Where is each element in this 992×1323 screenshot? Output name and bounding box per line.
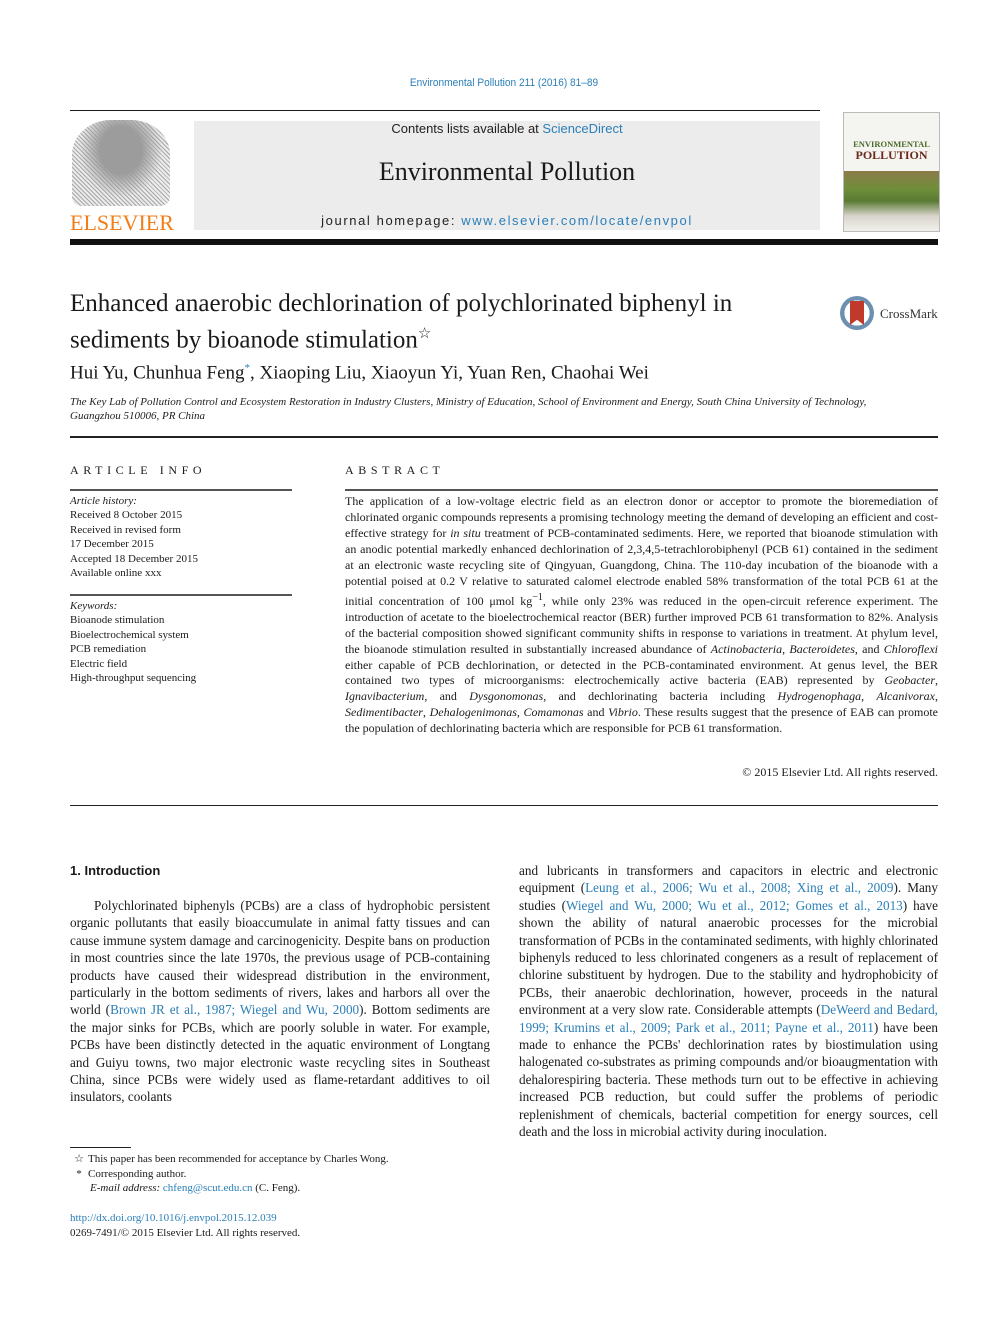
issn-copyright: 0269-7491/© 2015 Elsevier Ltd. All right… xyxy=(70,1227,301,1239)
footnote-email: E-mail address: chfeng@scut.edu.cn (C. F… xyxy=(70,1181,510,1196)
citation-link[interactable]: Leung et al., 2006; Wu et al., 2008; Xin… xyxy=(585,880,893,895)
header-rule xyxy=(70,110,820,111)
abstract-heading: ABSTRACT xyxy=(345,463,445,477)
crossmark-label: CrossMark xyxy=(880,306,938,321)
keyword-item: PCB remediation xyxy=(70,643,147,656)
abstract-copyright: © 2015 Elsevier Ltd. All rights reserved… xyxy=(742,765,938,779)
history-item: 17 December 2015 xyxy=(70,538,154,551)
elsevier-wordmark: ELSEVIER xyxy=(70,210,174,235)
contents-prefix: Contents lists available at xyxy=(391,121,543,136)
affiliation: The Key Lab of Pollution Control and Eco… xyxy=(70,396,867,422)
abstract-italic-term: in situ xyxy=(450,525,481,540)
abstract-bottom-rule xyxy=(70,805,938,806)
cover-title-line2: POLLUTION xyxy=(855,148,928,162)
doi-link[interactable]: http://dx.doi.org/10.1016/j.envpol.2015.… xyxy=(70,1212,277,1224)
abstract-rule xyxy=(345,489,938,491)
email-suffix: (C. Feng). xyxy=(252,1182,301,1195)
authors-rest: , Xiaoping Liu, Xiaoyun Yi, Yuan Ren, Ch… xyxy=(250,362,649,384)
keywords-label: Keywords: xyxy=(70,600,118,612)
keyword-item: Bioanode stimulation xyxy=(70,614,165,627)
history-item: Accepted 18 December 2015 xyxy=(70,552,198,565)
footnote-corresponding: * Corresponding author. xyxy=(70,1167,510,1182)
abstract-superscript: −1 xyxy=(532,591,543,603)
title-footnote-mark[interactable]: ☆ xyxy=(418,326,431,342)
taxon-name: Bacteroidetes xyxy=(789,641,855,656)
keywords: Keywords: Bioanode stimulation Bioelectr… xyxy=(70,599,300,685)
author-list: Hui Yu, Chunhua Feng*, Xiaoping Liu, Xia… xyxy=(70,362,649,384)
journal-reference-text[interactable]: Environmental Pollution 211 (2016) 81–89 xyxy=(410,77,598,89)
cover-image xyxy=(844,171,939,231)
introduction-heading: 1. Introduction xyxy=(70,863,161,878)
article-title: Enhanced anaerobic dechlorination of pol… xyxy=(70,289,810,355)
body-text: Polychlorinated biphenyls (PCBs) are a c… xyxy=(70,898,490,1018)
email-label: E-mail address: xyxy=(90,1182,163,1195)
footnote-asterisk-mark: * xyxy=(76,1167,82,1180)
body-text: ) have been made to enhance the PCBs' de… xyxy=(519,1019,938,1140)
footnotes: ☆ This paper has been recommended for acc… xyxy=(70,1152,510,1196)
article-info-heading: ARTICLE INFO xyxy=(70,463,207,477)
journal-cover-thumbnail[interactable]: ENVIRONMENTAL POLLUTION xyxy=(843,112,940,232)
introduction-right-column: and lubricants in transformers and capac… xyxy=(519,862,938,1141)
footnote-rule xyxy=(70,1147,131,1148)
history-item: Received in revised form xyxy=(70,523,181,536)
taxon-name: Vibrio xyxy=(608,705,638,720)
abstract-text: , and dechlorinating bacteria including xyxy=(543,689,778,704)
footnote-recommendation: ☆ This paper has been recommended for acc… xyxy=(70,1152,510,1167)
doi-block: http://dx.doi.org/10.1016/j.envpol.2015.… xyxy=(70,1211,300,1241)
abstract-body: The application of a low-voltage electri… xyxy=(345,494,939,736)
article-history-label: Article history: xyxy=(70,495,137,507)
keyword-item: Electric field xyxy=(70,657,128,670)
taxon-name: Dysgonomonas xyxy=(469,689,544,704)
taxon-name: Chloroflexi xyxy=(883,641,939,656)
keywords-rule xyxy=(70,594,292,596)
journal-reference[interactable]: Environmental Pollution 211 (2016) 81–89 xyxy=(40,77,967,89)
homepage-line: journal homepage: www.elsevier.com/locat… xyxy=(194,213,820,228)
body-text: ). Bottom sediments are the major sinks … xyxy=(70,1002,490,1105)
citation-link[interactable]: Brown JR et al., 1987; Wiegel and Wu, 20… xyxy=(110,1002,359,1017)
keyword-item: High-throughput sequencing xyxy=(70,672,197,685)
taxon-name: Comamonas xyxy=(523,705,584,720)
email-link[interactable]: chfeng@scut.edu.cn xyxy=(163,1182,253,1194)
abstract-text: either capable of PCB dechlorination, or… xyxy=(345,657,938,688)
footnote-text: This paper has been recommended for acce… xyxy=(88,1153,389,1165)
taxon-name: Hydrogenophaga xyxy=(777,689,862,704)
history-item: Received 8 October 2015 xyxy=(70,509,183,522)
crossmark-button[interactable]: CrossMark xyxy=(840,296,940,334)
taxon-name: Alcanivorax xyxy=(876,689,936,704)
homepage-prefix: journal homepage: xyxy=(321,213,462,228)
taxon-name: Geobacter xyxy=(884,673,935,688)
taxon-name: Dehalogenimonas xyxy=(429,705,517,720)
history-item: Available online xxx xyxy=(70,567,162,580)
article-title-text: Enhanced anaerobic dechlorination of pol… xyxy=(70,290,733,354)
article-history: Article history: Received 8 October 2015… xyxy=(70,494,300,580)
elsevier-logo[interactable]: ELSEVIER xyxy=(70,120,174,235)
article-info-rule xyxy=(70,489,292,491)
section-rule xyxy=(70,436,938,438)
journal-title: Environmental Pollution xyxy=(378,157,636,186)
footnote-text: Corresponding author. xyxy=(88,1167,187,1180)
footnote-star-mark: ☆ xyxy=(74,1153,84,1165)
authors-first: Hui Yu, Chunhua Feng xyxy=(70,362,245,384)
journal-banner: Contents lists available at ScienceDirec… xyxy=(194,121,820,230)
taxon-name: Ignavibacterium xyxy=(345,689,425,704)
cover-header: ENVIRONMENTAL POLLUTION xyxy=(844,113,939,171)
citation-link[interactable]: Wiegel and Wu, 2000; Wu et al., 2012; Go… xyxy=(566,898,903,913)
elsevier-tree-icon xyxy=(72,120,170,206)
body-text: ) have shown the ability of natural anae… xyxy=(519,897,938,1018)
taxon-name: Sedimentibacter xyxy=(345,705,423,720)
introduction-left-column: Polychlorinated biphenyls (PCBs) are a c… xyxy=(70,897,490,1106)
header-thick-rule xyxy=(70,239,938,245)
contents-line: Contents lists available at ScienceDirec… xyxy=(194,121,820,136)
sciencedirect-link[interactable]: ScienceDirect xyxy=(542,121,622,136)
journal-homepage-link[interactable]: www.elsevier.com/locate/envpol xyxy=(461,213,693,228)
keyword-item: Bioelectrochemical system xyxy=(70,628,189,641)
taxon-name: Actinobacteria xyxy=(710,641,783,656)
